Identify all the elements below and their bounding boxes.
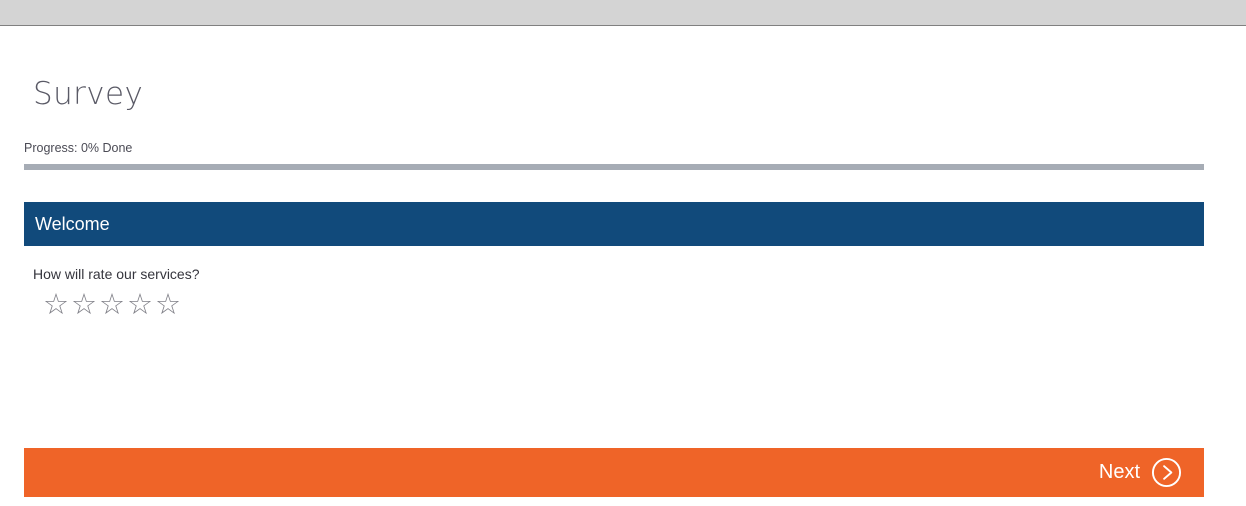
page-title: Survey (33, 76, 144, 112)
rating-star-4[interactable]: ☆ (127, 289, 153, 320)
question-block: How will rate our services? ☆ ☆ ☆ ☆ ☆ (33, 266, 1193, 320)
progress-label: Progress: 0% Done (24, 141, 133, 155)
next-button-label: Next (1098, 461, 1140, 483)
survey-page-title: Welcome (35, 213, 110, 234)
rating-star-2[interactable]: ☆ (71, 289, 97, 320)
survey-navigation-bar: Next (24, 448, 1204, 497)
question-title: How will rate our services? (33, 266, 200, 282)
browser-top-bar (0, 0, 1246, 26)
next-button[interactable]: Next (1099, 457, 1182, 488)
rating-star-group[interactable]: ☆ ☆ ☆ ☆ ☆ (43, 289, 1193, 320)
progress-bar (24, 164, 1204, 170)
rating-star-1[interactable]: ☆ (43, 289, 69, 320)
rating-star-5[interactable]: ☆ (155, 289, 181, 320)
survey-page-header: Welcome (24, 202, 1204, 246)
rating-star-3[interactable]: ☆ (99, 289, 125, 320)
circle-chevron-right-icon (1151, 457, 1182, 488)
